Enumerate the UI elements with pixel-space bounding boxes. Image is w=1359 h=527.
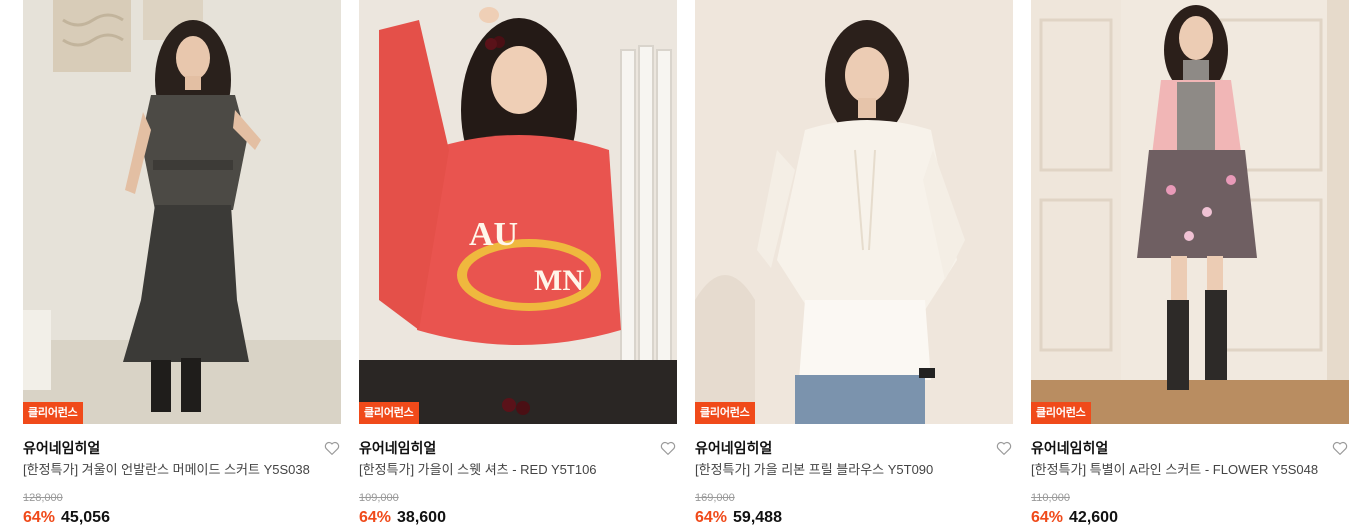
price-row: 64% 38,600 bbox=[359, 508, 677, 527]
product-card[interactable]: AU MN 클리어런스 유어네임히얼 [한정특가] 가을이 스웻 셔츠 - RE… bbox=[359, 0, 677, 527]
original-price: 128,000 bbox=[23, 492, 63, 504]
original-price: 169,000 bbox=[695, 492, 735, 504]
discount-rate: 64% bbox=[695, 509, 728, 526]
brand-row: 유어네임히얼 bbox=[695, 436, 1013, 460]
product-title[interactable]: [한정특가] 가을이 스웻 셔츠 - RED Y5T106 bbox=[359, 461, 677, 479]
product-card[interactable]: 클리어런스 유어네임히얼 [한정특가] 특별이 A라인 스커트 - FLOWER… bbox=[1031, 0, 1349, 527]
product-title[interactable]: [한정특가] 겨울이 언발란스 머메이드 스커트 Y5S038 bbox=[23, 461, 341, 479]
heart-outline-icon[interactable] bbox=[323, 439, 341, 457]
clearance-badge: 클리어런스 bbox=[695, 402, 755, 424]
discount-rate: 64% bbox=[1031, 509, 1064, 526]
price-row: 64% 42,600 bbox=[1031, 508, 1349, 527]
brand-row: 유어네임히얼 bbox=[1031, 436, 1349, 460]
product-image[interactable]: AU MN 클리어런스 bbox=[359, 0, 677, 424]
brand-name[interactable]: 유어네임히얼 bbox=[695, 440, 772, 456]
brand-row: 유어네임히얼 bbox=[23, 436, 341, 460]
sale-price: 42,600 bbox=[1069, 509, 1118, 526]
sale-price: 38,600 bbox=[397, 509, 446, 526]
sale-price: 45,056 bbox=[61, 509, 110, 526]
price-row: 64% 59,488 bbox=[695, 508, 1013, 527]
heart-outline-icon[interactable] bbox=[995, 439, 1013, 457]
svg-text:AU: AU bbox=[469, 216, 518, 253]
model-photo-red-sweatshirt: AU MN bbox=[359, 0, 677, 424]
heart-outline-icon[interactable] bbox=[1331, 439, 1349, 457]
sale-price: 59,488 bbox=[733, 509, 782, 526]
brand-name[interactable]: 유어네임히얼 bbox=[23, 440, 100, 456]
discount-rate: 64% bbox=[359, 509, 392, 526]
product-image[interactable]: 클리어런스 bbox=[1031, 0, 1349, 424]
brand-row: 유어네임히얼 bbox=[359, 436, 677, 460]
product-card[interactable]: 클리어런스 유어네임히얼 [한정특가] 가을 리본 프릴 블라우스 Y5T090… bbox=[695, 0, 1013, 527]
product-title[interactable]: [한정특가] 가을 리본 프릴 블라우스 Y5T090 bbox=[695, 461, 1013, 479]
clearance-badge: 클리어런스 bbox=[359, 402, 419, 424]
product-grid: 클리어런스 유어네임히얼 [한정특가] 겨울이 언발란스 머메이드 스커트 Y5… bbox=[0, 0, 1359, 527]
product-image[interactable]: 클리어런스 bbox=[23, 0, 341, 424]
brand-name[interactable]: 유어네임히얼 bbox=[1031, 440, 1108, 456]
model-photo-knit-vest-skirt bbox=[23, 0, 341, 424]
clearance-badge: 클리어런스 bbox=[1031, 402, 1091, 424]
brand-name[interactable]: 유어네임히얼 bbox=[359, 440, 436, 456]
discount-rate: 64% bbox=[23, 509, 56, 526]
original-price: 110,000 bbox=[1031, 492, 1070, 504]
svg-text:MN: MN bbox=[534, 264, 584, 297]
heart-outline-icon[interactable] bbox=[659, 439, 677, 457]
model-photo-pink-cardigan-floral-skirt bbox=[1031, 0, 1349, 424]
product-image[interactable]: 클리어런스 bbox=[695, 0, 1013, 424]
price-row: 64% 45,056 bbox=[23, 508, 341, 527]
model-photo-white-blouse bbox=[695, 0, 1013, 424]
product-card[interactable]: 클리어런스 유어네임히얼 [한정특가] 겨울이 언발란스 머메이드 스커트 Y5… bbox=[23, 0, 341, 527]
original-price: 109,000 bbox=[359, 492, 399, 504]
product-title[interactable]: [한정특가] 특별이 A라인 스커트 - FLOWER Y5S048 bbox=[1031, 461, 1349, 479]
clearance-badge: 클리어런스 bbox=[23, 402, 83, 424]
